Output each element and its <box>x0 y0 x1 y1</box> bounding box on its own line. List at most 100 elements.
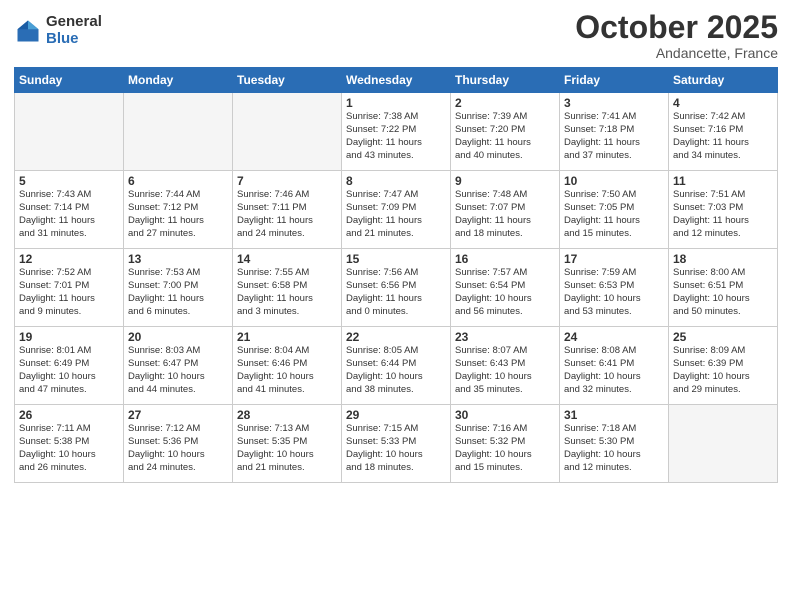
day-number: 10 <box>564 174 664 188</box>
calendar-cell: 27Sunrise: 7:12 AM Sunset: 5:36 PM Dayli… <box>124 405 233 483</box>
col-wednesday: Wednesday <box>342 68 451 93</box>
day-info: Sunrise: 7:16 AM Sunset: 5:32 PM Dayligh… <box>455 423 555 474</box>
calendar-cell: 30Sunrise: 7:16 AM Sunset: 5:32 PM Dayli… <box>451 405 560 483</box>
calendar-cell: 14Sunrise: 7:55 AM Sunset: 6:58 PM Dayli… <box>233 249 342 327</box>
day-number: 17 <box>564 252 664 266</box>
day-info: Sunrise: 7:42 AM Sunset: 7:16 PM Dayligh… <box>673 111 773 162</box>
calendar-cell: 20Sunrise: 8:03 AM Sunset: 6:47 PM Dayli… <box>124 327 233 405</box>
day-info: Sunrise: 7:55 AM Sunset: 6:58 PM Dayligh… <box>237 267 337 318</box>
page-header: General Blue October 2025 Andancette, Fr… <box>14 10 778 61</box>
day-number: 16 <box>455 252 555 266</box>
day-number: 13 <box>128 252 228 266</box>
day-info: Sunrise: 7:51 AM Sunset: 7:03 PM Dayligh… <box>673 189 773 240</box>
calendar-cell: 31Sunrise: 7:18 AM Sunset: 5:30 PM Dayli… <box>560 405 669 483</box>
day-info: Sunrise: 7:38 AM Sunset: 7:22 PM Dayligh… <box>346 111 446 162</box>
logo-blue-text: Blue <box>46 31 102 48</box>
calendar-cell: 21Sunrise: 8:04 AM Sunset: 6:46 PM Dayli… <box>233 327 342 405</box>
week-row-5: 26Sunrise: 7:11 AM Sunset: 5:38 PM Dayli… <box>15 405 778 483</box>
day-number: 25 <box>673 330 773 344</box>
day-number: 12 <box>19 252 119 266</box>
calendar-table: Sunday Monday Tuesday Wednesday Thursday… <box>14 67 778 483</box>
calendar-cell: 11Sunrise: 7:51 AM Sunset: 7:03 PM Dayli… <box>669 171 778 249</box>
day-info: Sunrise: 7:15 AM Sunset: 5:33 PM Dayligh… <box>346 423 446 474</box>
calendar-cell: 15Sunrise: 7:56 AM Sunset: 6:56 PM Dayli… <box>342 249 451 327</box>
day-info: Sunrise: 7:44 AM Sunset: 7:12 PM Dayligh… <box>128 189 228 240</box>
calendar-cell: 19Sunrise: 8:01 AM Sunset: 6:49 PM Dayli… <box>15 327 124 405</box>
day-info: Sunrise: 8:09 AM Sunset: 6:39 PM Dayligh… <box>673 345 773 396</box>
calendar-cell: 8Sunrise: 7:47 AM Sunset: 7:09 PM Daylig… <box>342 171 451 249</box>
calendar-cell: 22Sunrise: 8:05 AM Sunset: 6:44 PM Dayli… <box>342 327 451 405</box>
day-number: 15 <box>346 252 446 266</box>
day-number: 11 <box>673 174 773 188</box>
col-thursday: Thursday <box>451 68 560 93</box>
day-number: 28 <box>237 408 337 422</box>
calendar-cell <box>233 93 342 171</box>
day-number: 18 <box>673 252 773 266</box>
day-number: 26 <box>19 408 119 422</box>
day-info: Sunrise: 7:18 AM Sunset: 5:30 PM Dayligh… <box>564 423 664 474</box>
day-number: 7 <box>237 174 337 188</box>
day-number: 19 <box>19 330 119 344</box>
calendar-cell: 28Sunrise: 7:13 AM Sunset: 5:35 PM Dayli… <box>233 405 342 483</box>
calendar-cell <box>124 93 233 171</box>
calendar-cell: 29Sunrise: 7:15 AM Sunset: 5:33 PM Dayli… <box>342 405 451 483</box>
col-tuesday: Tuesday <box>233 68 342 93</box>
col-sunday: Sunday <box>15 68 124 93</box>
day-info: Sunrise: 7:48 AM Sunset: 7:07 PM Dayligh… <box>455 189 555 240</box>
day-number: 29 <box>346 408 446 422</box>
logo-icon <box>14 17 42 45</box>
calendar-cell: 13Sunrise: 7:53 AM Sunset: 7:00 PM Dayli… <box>124 249 233 327</box>
calendar-cell: 23Sunrise: 8:07 AM Sunset: 6:43 PM Dayli… <box>451 327 560 405</box>
logo: General Blue <box>14 14 102 47</box>
day-number: 30 <box>455 408 555 422</box>
col-monday: Monday <box>124 68 233 93</box>
calendar-cell: 12Sunrise: 7:52 AM Sunset: 7:01 PM Dayli… <box>15 249 124 327</box>
day-info: Sunrise: 8:05 AM Sunset: 6:44 PM Dayligh… <box>346 345 446 396</box>
page-container: General Blue October 2025 Andancette, Fr… <box>0 0 792 491</box>
calendar-cell: 26Sunrise: 7:11 AM Sunset: 5:38 PM Dayli… <box>15 405 124 483</box>
day-info: Sunrise: 7:52 AM Sunset: 7:01 PM Dayligh… <box>19 267 119 318</box>
calendar-cell: 3Sunrise: 7:41 AM Sunset: 7:18 PM Daylig… <box>560 93 669 171</box>
calendar-cell: 6Sunrise: 7:44 AM Sunset: 7:12 PM Daylig… <box>124 171 233 249</box>
day-number: 14 <box>237 252 337 266</box>
calendar-cell: 9Sunrise: 7:48 AM Sunset: 7:07 PM Daylig… <box>451 171 560 249</box>
calendar-cell: 5Sunrise: 7:43 AM Sunset: 7:14 PM Daylig… <box>15 171 124 249</box>
logo-general-text: General <box>46 14 102 31</box>
day-info: Sunrise: 7:43 AM Sunset: 7:14 PM Dayligh… <box>19 189 119 240</box>
day-info: Sunrise: 7:12 AM Sunset: 5:36 PM Dayligh… <box>128 423 228 474</box>
day-info: Sunrise: 8:07 AM Sunset: 6:43 PM Dayligh… <box>455 345 555 396</box>
week-row-1: 1Sunrise: 7:38 AM Sunset: 7:22 PM Daylig… <box>15 93 778 171</box>
day-number: 24 <box>564 330 664 344</box>
day-info: Sunrise: 7:11 AM Sunset: 5:38 PM Dayligh… <box>19 423 119 474</box>
day-number: 23 <box>455 330 555 344</box>
calendar-cell: 2Sunrise: 7:39 AM Sunset: 7:20 PM Daylig… <box>451 93 560 171</box>
calendar-header-row: Sunday Monday Tuesday Wednesday Thursday… <box>15 68 778 93</box>
week-row-2: 5Sunrise: 7:43 AM Sunset: 7:14 PM Daylig… <box>15 171 778 249</box>
week-row-4: 19Sunrise: 8:01 AM Sunset: 6:49 PM Dayli… <box>15 327 778 405</box>
day-info: Sunrise: 7:50 AM Sunset: 7:05 PM Dayligh… <box>564 189 664 240</box>
month-title: October 2025 <box>575 10 778 45</box>
day-info: Sunrise: 8:08 AM Sunset: 6:41 PM Dayligh… <box>564 345 664 396</box>
week-row-3: 12Sunrise: 7:52 AM Sunset: 7:01 PM Dayli… <box>15 249 778 327</box>
day-number: 20 <box>128 330 228 344</box>
day-info: Sunrise: 7:39 AM Sunset: 7:20 PM Dayligh… <box>455 111 555 162</box>
day-info: Sunrise: 7:13 AM Sunset: 5:35 PM Dayligh… <box>237 423 337 474</box>
day-info: Sunrise: 7:57 AM Sunset: 6:54 PM Dayligh… <box>455 267 555 318</box>
col-friday: Friday <box>560 68 669 93</box>
logo-text: General Blue <box>46 14 102 47</box>
day-info: Sunrise: 7:46 AM Sunset: 7:11 PM Dayligh… <box>237 189 337 240</box>
day-info: Sunrise: 8:04 AM Sunset: 6:46 PM Dayligh… <box>237 345 337 396</box>
calendar-cell: 7Sunrise: 7:46 AM Sunset: 7:11 PM Daylig… <box>233 171 342 249</box>
day-info: Sunrise: 7:56 AM Sunset: 6:56 PM Dayligh… <box>346 267 446 318</box>
title-block: October 2025 Andancette, France <box>575 10 778 61</box>
day-number: 4 <box>673 96 773 110</box>
day-info: Sunrise: 7:59 AM Sunset: 6:53 PM Dayligh… <box>564 267 664 318</box>
day-number: 3 <box>564 96 664 110</box>
calendar-cell: 25Sunrise: 8:09 AM Sunset: 6:39 PM Dayli… <box>669 327 778 405</box>
day-number: 1 <box>346 96 446 110</box>
day-number: 6 <box>128 174 228 188</box>
day-info: Sunrise: 8:03 AM Sunset: 6:47 PM Dayligh… <box>128 345 228 396</box>
day-number: 22 <box>346 330 446 344</box>
calendar-cell: 10Sunrise: 7:50 AM Sunset: 7:05 PM Dayli… <box>560 171 669 249</box>
calendar-cell: 18Sunrise: 8:00 AM Sunset: 6:51 PM Dayli… <box>669 249 778 327</box>
